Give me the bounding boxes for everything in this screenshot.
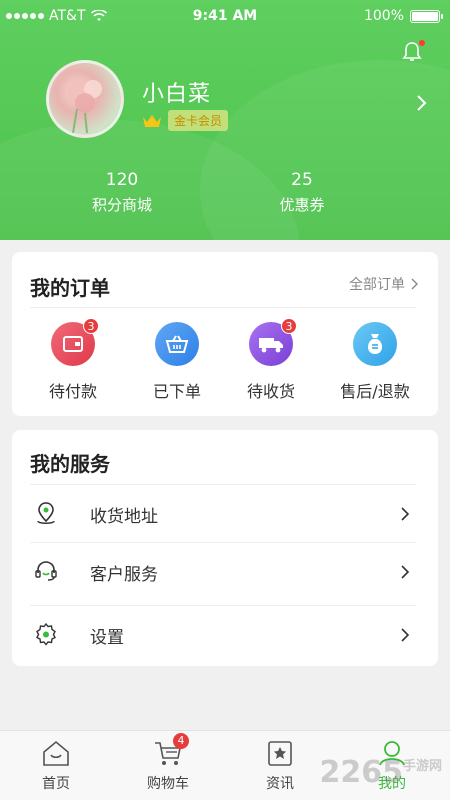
services-card: 我的服务 收货地址 客户服务 设置: [12, 430, 438, 666]
username: 小白菜: [142, 82, 212, 107]
cart-icon: 4: [153, 733, 189, 767]
watermark: 2265手游网: [319, 755, 442, 790]
points-value: 120: [105, 170, 139, 190]
coupons-label: 优惠券: [279, 196, 325, 214]
notification-bell-icon[interactable]: [400, 40, 425, 64]
headset-icon: [35, 561, 57, 581]
truck-icon: 3: [249, 318, 297, 366]
stat-points[interactable]: 120 积分商城: [52, 170, 192, 215]
chevron-right-icon: [401, 507, 410, 521]
chevron-right-icon: [401, 628, 410, 642]
tab-label: 首页: [42, 776, 70, 792]
service-shipping-address[interactable]: 收货地址: [12, 484, 438, 542]
all-orders-label: 全部订单: [349, 277, 405, 293]
profile-chevron-right-icon[interactable]: [416, 94, 428, 112]
tab-bar: 首页 4 购物车 资讯 我的 2265手游网: [0, 730, 450, 800]
stat-coupons[interactable]: 25 优惠券: [232, 170, 372, 215]
battery-percent: 100%: [363, 8, 404, 24]
coupons-value: 25: [291, 170, 313, 190]
tab-home[interactable]: 首页: [0, 739, 112, 793]
tab-cart[interactable]: 4 购物车: [112, 733, 224, 793]
basket-icon: [155, 322, 199, 366]
service-label: 客户服务: [90, 565, 158, 585]
all-orders-link[interactable]: 全部订单: [349, 274, 418, 294]
profile-header: AT&T 9:41 AM 100% 小白菜 金卡会员 120 积分商城 25 优…: [0, 0, 450, 240]
location-pin-icon: [37, 502, 55, 524]
order-label: 待收货: [246, 382, 295, 401]
news-icon: [265, 739, 295, 767]
orders-title: 我的订单: [30, 276, 110, 300]
chevron-right-icon: [401, 565, 410, 579]
watermark-sub: 手游网: [402, 759, 442, 774]
gear-icon: [36, 622, 56, 646]
points-label: 积分商城: [91, 196, 152, 214]
watermark-main: 2265: [319, 755, 403, 790]
tab-label: 购物车: [147, 776, 189, 792]
service-customer-support[interactable]: 客户服务: [12, 542, 438, 600]
order-label: 售后/退款: [340, 382, 410, 401]
notification-dot: [419, 40, 425, 46]
crown-icon: [143, 114, 161, 127]
awaiting-delivery-badge: 3: [281, 318, 297, 334]
divider: [30, 307, 416, 308]
money-bag-icon: [353, 322, 397, 366]
orders-card: 我的订单 全部订单 3 待付款 已下单 3 待收货 售后/退款: [12, 252, 438, 416]
service-settings[interactable]: 设置: [12, 605, 438, 663]
status-bar: AT&T 9:41 AM 100%: [0, 0, 450, 32]
service-label: 收货地址: [90, 507, 158, 527]
wallet-icon: 3: [51, 318, 99, 366]
pending-payment-badge: 3: [83, 318, 99, 334]
service-label: 设置: [90, 628, 124, 648]
order-label: 待付款: [48, 382, 97, 401]
member-badge: 金卡会员: [168, 110, 229, 131]
order-label: 已下单: [152, 382, 201, 401]
order-placed[interactable]: 已下单: [124, 322, 230, 402]
order-awaiting-delivery[interactable]: 3 待收货: [218, 318, 324, 402]
home-icon: [41, 739, 71, 767]
chevron-right-icon: [411, 278, 418, 290]
services-title: 我的服务: [30, 452, 110, 476]
member-level: 金卡会员: [142, 110, 229, 131]
avatar[interactable]: [46, 60, 124, 138]
battery-icon: [410, 9, 443, 23]
cart-badge: 4: [173, 733, 189, 749]
order-pending-payment[interactable]: 3 待付款: [20, 318, 126, 402]
order-after-sales[interactable]: 售后/退款: [322, 322, 428, 402]
